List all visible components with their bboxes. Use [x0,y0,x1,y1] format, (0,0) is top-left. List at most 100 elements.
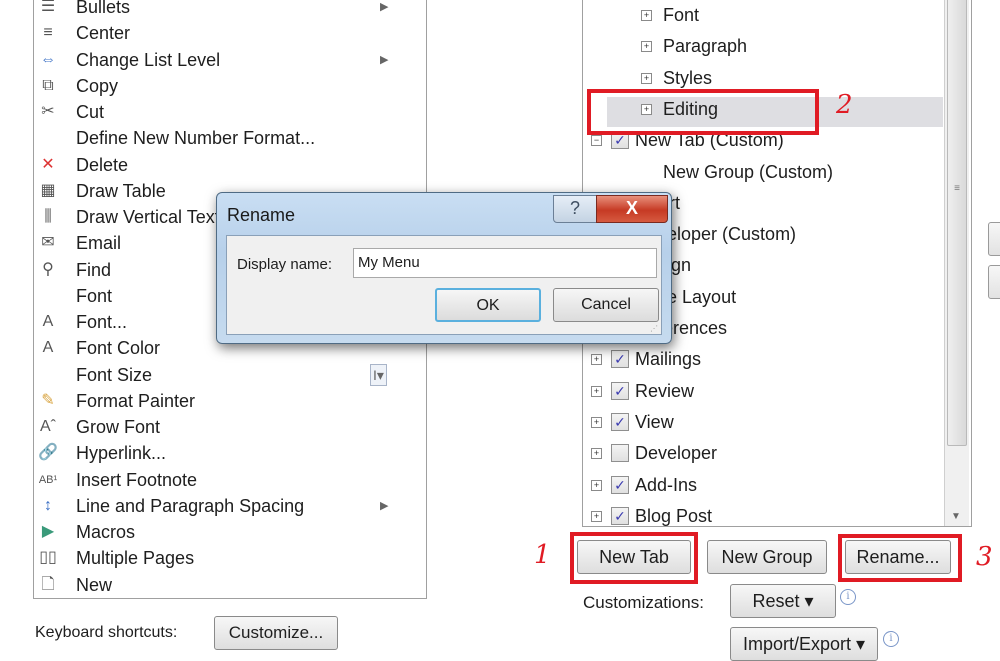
tree-item-label: View [635,411,674,432]
blank-icon [36,365,60,385]
tree-item[interactable]: + ✓ Add-Ins [583,471,938,499]
info-icon[interactable]: i [840,589,856,605]
expand-plus-icon[interactable]: + [591,479,602,491]
display-name-input[interactable] [353,248,657,278]
tree-item-label: Font [663,5,700,25]
close-icon[interactable]: X [596,195,668,223]
command-item[interactable]: ▶ Macros [34,519,394,545]
email-icon: ✉ [41,234,55,252]
expand-plus-icon[interactable]: + [591,448,602,460]
collapse-minus-icon[interactable]: − [591,135,602,147]
move-down-button[interactable] [988,265,1000,299]
tree-item[interactable]: + Paragraph [583,32,938,60]
checkbox[interactable]: ✓ [611,475,629,494]
tree-item[interactable]: + ✓ Blog Post [583,502,938,526]
command-label: Font [76,285,113,306]
tree-item[interactable]: + Font [583,1,938,29]
command-item[interactable]: ✂ Cut [34,99,394,125]
rename-dialog: Rename ? X Display name: OK Cancel ⋰ [216,192,672,344]
font-color-icon: A [42,339,54,357]
command-label: Define New Number Format... [76,128,316,149]
annotation-box-step-2 [587,89,819,135]
tree-item[interactable]: + ✓ Review [583,377,938,405]
import-export-dropdown-button[interactable]: Import/Export ▾ [730,627,878,661]
command-item[interactable]: 🗋 New [34,572,394,598]
tree-item[interactable]: + Styles [583,64,938,92]
scroll-down-arrow-icon[interactable]: ▼ [951,511,961,522]
annotation-step-2: 2 [836,90,853,120]
command-item[interactable]: ↕ Line and Paragraph Spacing ▶ [34,493,394,519]
command-label: Cut [76,102,105,122]
customize-button-label: Customize... [228,623,324,642]
annotation-box-step-1 [570,532,698,584]
format-painter-icon: ✎ [41,391,55,409]
command-label: New [76,574,113,595]
import-export-label: Import/Export ▾ [742,634,866,654]
command-item[interactable]: 🔗 Hyperlink... [34,440,394,466]
new-document-icon: 🗋 [41,575,55,593]
new-group-button[interactable]: New Group [707,540,827,574]
checkbox[interactable]: ✓ [611,412,629,431]
expand-plus-icon[interactable]: + [641,10,652,21]
binoculars-icon: ⚲ [42,260,54,278]
expand-plus-icon[interactable]: + [641,41,652,53]
tree-item-label: Paragraph [663,36,748,57]
tree-item[interactable]: + ✓ View [583,408,938,436]
annotation-box-step-3 [838,534,962,582]
command-item[interactable]: ☰ Bullets ▶ [34,0,394,20]
tree-item[interactable]: + ✓ Mailings [583,345,938,373]
submenu-arrow-icon: ▶ [380,53,389,66]
dialog-title: Rename [227,205,296,225]
tree-item-label: Blog Post [635,505,713,526]
move-up-button[interactable] [988,222,1000,256]
checkbox[interactable] [611,444,629,463]
command-label: Center [76,23,131,44]
reset-label: Reset ▾ [752,591,814,611]
help-icon[interactable]: ? [553,195,597,223]
change-list-level-icon: ⇔ [40,50,56,68]
expand-plus-icon[interactable]: + [591,416,602,428]
expand-plus-icon[interactable]: + [641,72,652,84]
ribbon-tree-scroll-thumb[interactable]: ≡ [947,0,967,446]
expand-plus-icon[interactable]: + [591,510,602,522]
command-item[interactable]: Font Size I▾ [34,362,394,388]
command-item[interactable]: Define New Number Format... [34,125,394,151]
draw-table-icon: ▦ [40,181,56,199]
command-item[interactable]: ✎ Format Painter [34,388,394,414]
checkbox[interactable]: ✓ [611,350,629,369]
ok-button[interactable]: OK [435,288,541,322]
command-item[interactable]: Aˆ Grow Font [34,414,394,440]
tree-item[interactable]: New Group (Custom) [583,158,938,186]
submenu-arrow-icon: ▶ [380,499,389,512]
command-item[interactable]: ≡ Center [34,20,394,46]
cancel-button[interactable]: Cancel [553,288,659,322]
command-label: Font... [76,312,128,332]
checkbox[interactable]: ✓ [611,381,629,400]
info-icon[interactable]: i [883,631,899,647]
customize-keyboard-button[interactable]: Customize... [214,616,338,650]
checkbox[interactable]: ✓ [611,506,629,525]
expand-plus-icon[interactable]: + [591,385,602,397]
tree-item[interactable]: + Developer [583,439,938,467]
tree-item-label: Mailings [635,349,702,370]
command-label: Email [76,233,122,254]
annotation-step-3: 3 [976,542,993,572]
command-label: Copy [76,75,119,96]
command-item[interactable]: ⇔ Change List Level ▶ [34,47,394,73]
command-label: Bullets [76,0,131,17]
delete-icon: ✕ [41,155,55,173]
ribbon-tree-scrollbar[interactable]: ≡ ▼ [944,0,969,526]
tree-item-label: Styles [663,67,713,88]
command-item[interactable]: ▯▯ Multiple Pages [34,545,394,571]
bullets-icon: ☰ [40,0,56,15]
resize-grip-icon[interactable]: ⋰ [650,325,658,333]
tree-item-label: Developer [635,443,718,464]
command-label: Draw Table [76,180,166,201]
command-item[interactable]: AB¹ Insert Footnote [34,467,394,493]
command-item[interactable]: ⧉ Copy [34,73,394,99]
reset-dropdown-button[interactable]: Reset ▾ [730,584,836,618]
expand-plus-icon[interactable]: + [591,354,602,366]
command-item[interactable]: ✕ Delete [34,152,394,178]
grow-font-icon: Aˆ [40,418,56,435]
font-size-combo-icon: I▾ [370,363,387,386]
